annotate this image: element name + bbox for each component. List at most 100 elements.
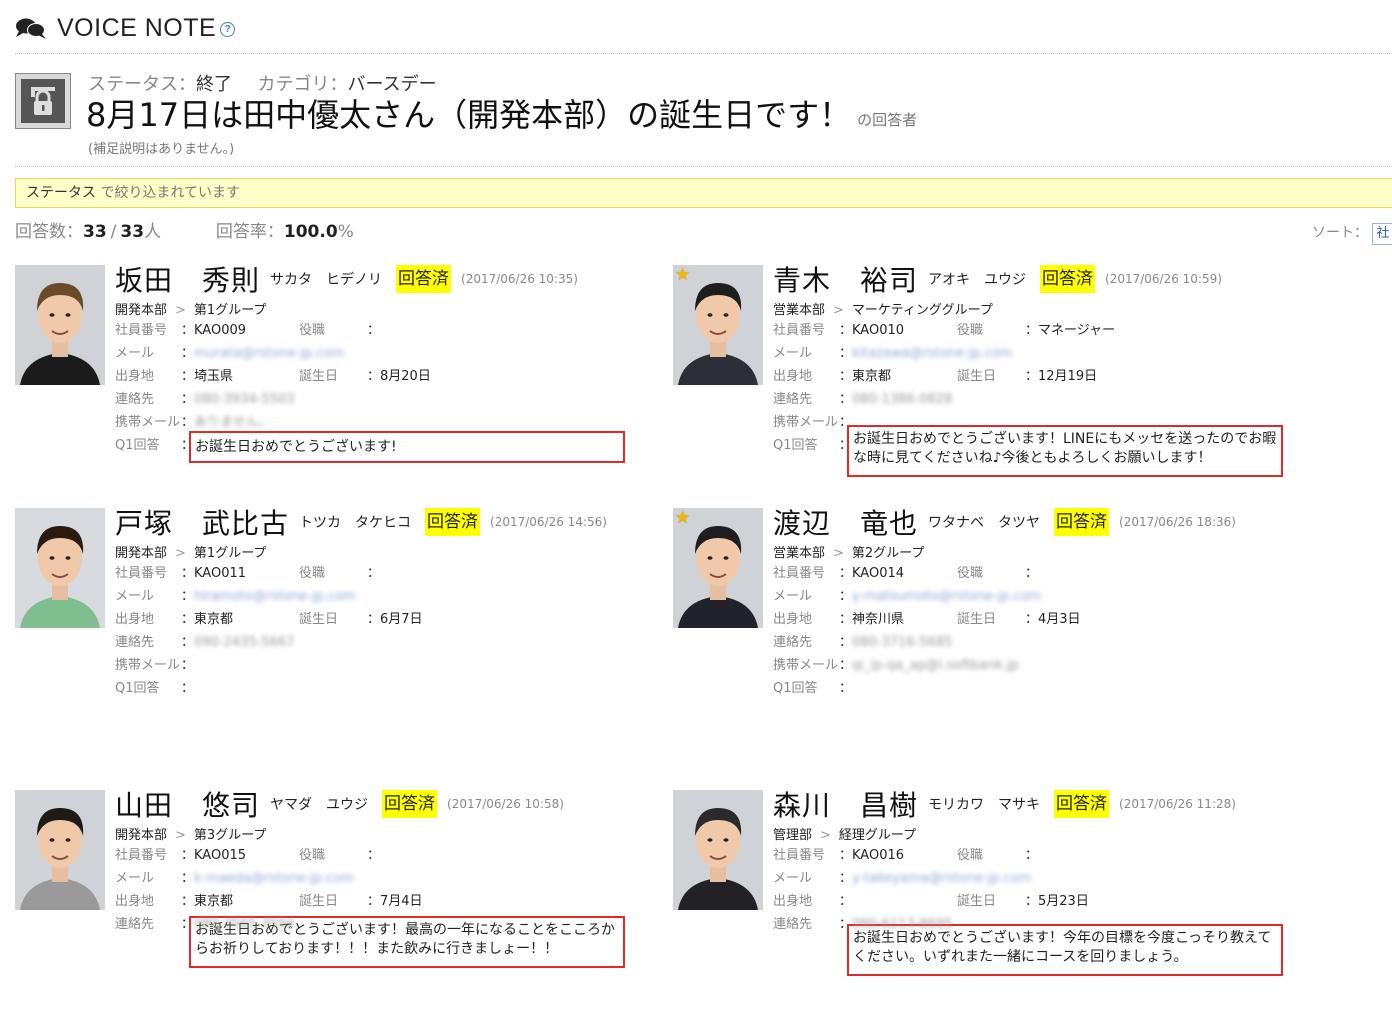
- origin-label: 出身地: [773, 612, 813, 627]
- mail-value[interactable]: ：y-matsumoto@rstone-jp.com: [839, 589, 1041, 605]
- group-name: 第3グループ: [193, 828, 267, 843]
- name-row: 森川 昌樹 モリカワ マサキ 回答済 (2017/06/26 11:28): [773, 784, 1236, 824]
- department: 営業本部 > 第2グループ: [773, 542, 924, 561]
- dept-name: 開発本部: [115, 828, 168, 843]
- origin-value: ：神奈川県: [839, 612, 905, 627]
- avatar[interactable]: [673, 790, 763, 910]
- birthday-label: 誕生日: [957, 612, 997, 627]
- status-badge: 回答済: [1054, 508, 1110, 536]
- birthday-value: ：12月19日: [1025, 369, 1098, 384]
- mail-value[interactable]: ：kitazawa@rstone-jp.com: [839, 346, 1012, 362]
- rate-unit: %: [337, 222, 354, 242]
- total-count: 33: [120, 222, 145, 242]
- rate-label: 回答率：: [215, 222, 284, 242]
- department: 管理部 > 経理グループ: [773, 824, 916, 843]
- role-label: 役職: [299, 848, 326, 863]
- respondent-card: 坂田 秀則 サカタ ヒデノリ 回答済 (2017/06/26 10:35) 開発…: [15, 264, 655, 485]
- status-label: ステータス：: [88, 74, 196, 95]
- birthday-label: 誕生日: [957, 369, 997, 384]
- respondent-name[interactable]: 坂田 秀則: [115, 259, 260, 299]
- emp-no-value: ：KAO009: [181, 323, 247, 338]
- mobile-value: ：: [181, 658, 195, 673]
- role-label: 役職: [299, 566, 326, 581]
- emp-no-label: 社員番号: [773, 848, 826, 863]
- avatar[interactable]: ★: [673, 265, 763, 385]
- role-value: ：: [1025, 566, 1039, 581]
- role-value: ：マネージャー: [1025, 323, 1116, 338]
- filter-text: で絞り込まれています: [96, 185, 241, 201]
- answer-date: (2017/06/26 14:56): [490, 515, 607, 529]
- respondent-name[interactable]: 森川 昌樹: [773, 784, 918, 824]
- name-row: 坂田 秀則 サカタ ヒデノリ 回答済 (2017/06/26 10:35): [115, 259, 578, 299]
- respondent-kana: アオキ ユウジ: [928, 272, 1027, 288]
- role-label: 役職: [957, 848, 984, 863]
- mail-value[interactable]: ：y-takeyama@rstone-jp.com: [839, 871, 1031, 887]
- emp-no-value: ：KAO011: [181, 566, 247, 581]
- origin-label: 出身地: [773, 369, 813, 384]
- mail-value[interactable]: ：murata@rstone-jp.com: [181, 346, 344, 362]
- respondent-name[interactable]: 山田 悠司: [115, 784, 260, 824]
- q1-label: Q1回答: [773, 438, 818, 453]
- respondent-kana: トツカ タケヒコ: [299, 515, 412, 531]
- category-value: バースデー: [347, 74, 437, 95]
- breadcrumb-separator: >: [175, 828, 186, 843]
- name-row: 戸塚 武比古 トツカ タケヒコ 回答済 (2017/06/26 14:56): [115, 502, 607, 542]
- role-label: 役職: [957, 566, 984, 581]
- breadcrumb-separator: >: [833, 303, 844, 318]
- birthday-value: ：6月7日: [367, 612, 423, 627]
- filter-field[interactable]: ステータス: [26, 185, 96, 201]
- contact-label: 連絡先: [115, 635, 155, 650]
- topic-note: (補足説明はありません。): [88, 142, 235, 157]
- star-icon: ★: [675, 508, 691, 528]
- star-icon: ★: [675, 265, 691, 285]
- respondent-name[interactable]: 戸塚 武比古: [115, 502, 289, 542]
- emp-no-label: 社員番号: [115, 566, 168, 581]
- respondent-kana: ヤマダ ユウジ: [270, 797, 369, 813]
- birthday-value: ：5月23日: [1025, 894, 1089, 909]
- respondent-name[interactable]: 青木 裕司: [773, 259, 918, 299]
- q1-colon: ：: [839, 681, 853, 696]
- birthday-label: 誕生日: [299, 369, 339, 384]
- answer-date: (2017/06/26 10:58): [447, 797, 564, 811]
- birthday-label: 誕生日: [957, 894, 997, 909]
- contact-label: 連絡先: [773, 635, 813, 650]
- group-name: 第2グループ: [851, 546, 925, 561]
- respondent-kana: サカタ ヒデノリ: [270, 272, 383, 288]
- role-value: ：: [367, 323, 381, 338]
- avatar[interactable]: [15, 265, 105, 385]
- respondent-card: ★ 青木 裕司 アオキ ユウジ 回答済 (2017/06/26 10:59) 営…: [673, 264, 1313, 485]
- birthday-value: ：4月3日: [1025, 612, 1081, 627]
- origin-value: ：東京都: [181, 612, 234, 627]
- mail-value[interactable]: ：k-maeda@rstone-jp.com: [181, 871, 354, 887]
- app-header: VOICE NOTE ?: [15, 10, 236, 46]
- contact-label: 連絡先: [115, 392, 155, 407]
- sort-select[interactable]: 社: [1372, 223, 1392, 245]
- respondent-name[interactable]: 渡辺 竜也: [773, 502, 918, 542]
- speech-bubbles-icon: [16, 18, 46, 39]
- origin-value: ：東京都: [839, 369, 892, 384]
- mobile-value: ：ありません。: [181, 415, 272, 430]
- avatar[interactable]: [15, 790, 105, 910]
- help-icon[interactable]: ?: [220, 21, 236, 37]
- contact-value: ：090-2435-5667: [181, 635, 295, 650]
- mail-value[interactable]: ：hiramoto@rstone-jp.com: [181, 589, 356, 605]
- mail-label: メール: [115, 346, 155, 361]
- q1-label: Q1回答: [115, 438, 160, 453]
- respondent-kana: ワタナベ タツヤ: [928, 515, 1041, 531]
- contact-value: ：080-1386-0828: [839, 392, 953, 407]
- status-badge: 回答済: [396, 265, 452, 293]
- topic-heading: 8月17日は田中優太さん（開発本部）の誕生日です！ の回答者: [86, 94, 917, 136]
- topic-title: 8月17日は田中優太さん（開発本部）の誕生日です！: [86, 96, 852, 134]
- response-stats: 回答数：33/33人 回答率：100.0%: [15, 217, 354, 242]
- origin-value: ：: [839, 894, 853, 909]
- mail-label: メール: [773, 871, 813, 886]
- lock-icon: [15, 73, 71, 129]
- avatar[interactable]: [15, 508, 105, 628]
- answer-date: (2017/06/26 11:28): [1119, 797, 1236, 811]
- avatar[interactable]: ★: [673, 508, 763, 628]
- birthday-value: ：8月20日: [367, 369, 431, 384]
- role-label: 役職: [957, 323, 984, 338]
- status-badge: 回答済: [382, 790, 438, 818]
- mobile-label: 携帯メール: [115, 415, 181, 430]
- name-row: 青木 裕司 アオキ ユウジ 回答済 (2017/06/26 10:59): [773, 259, 1222, 299]
